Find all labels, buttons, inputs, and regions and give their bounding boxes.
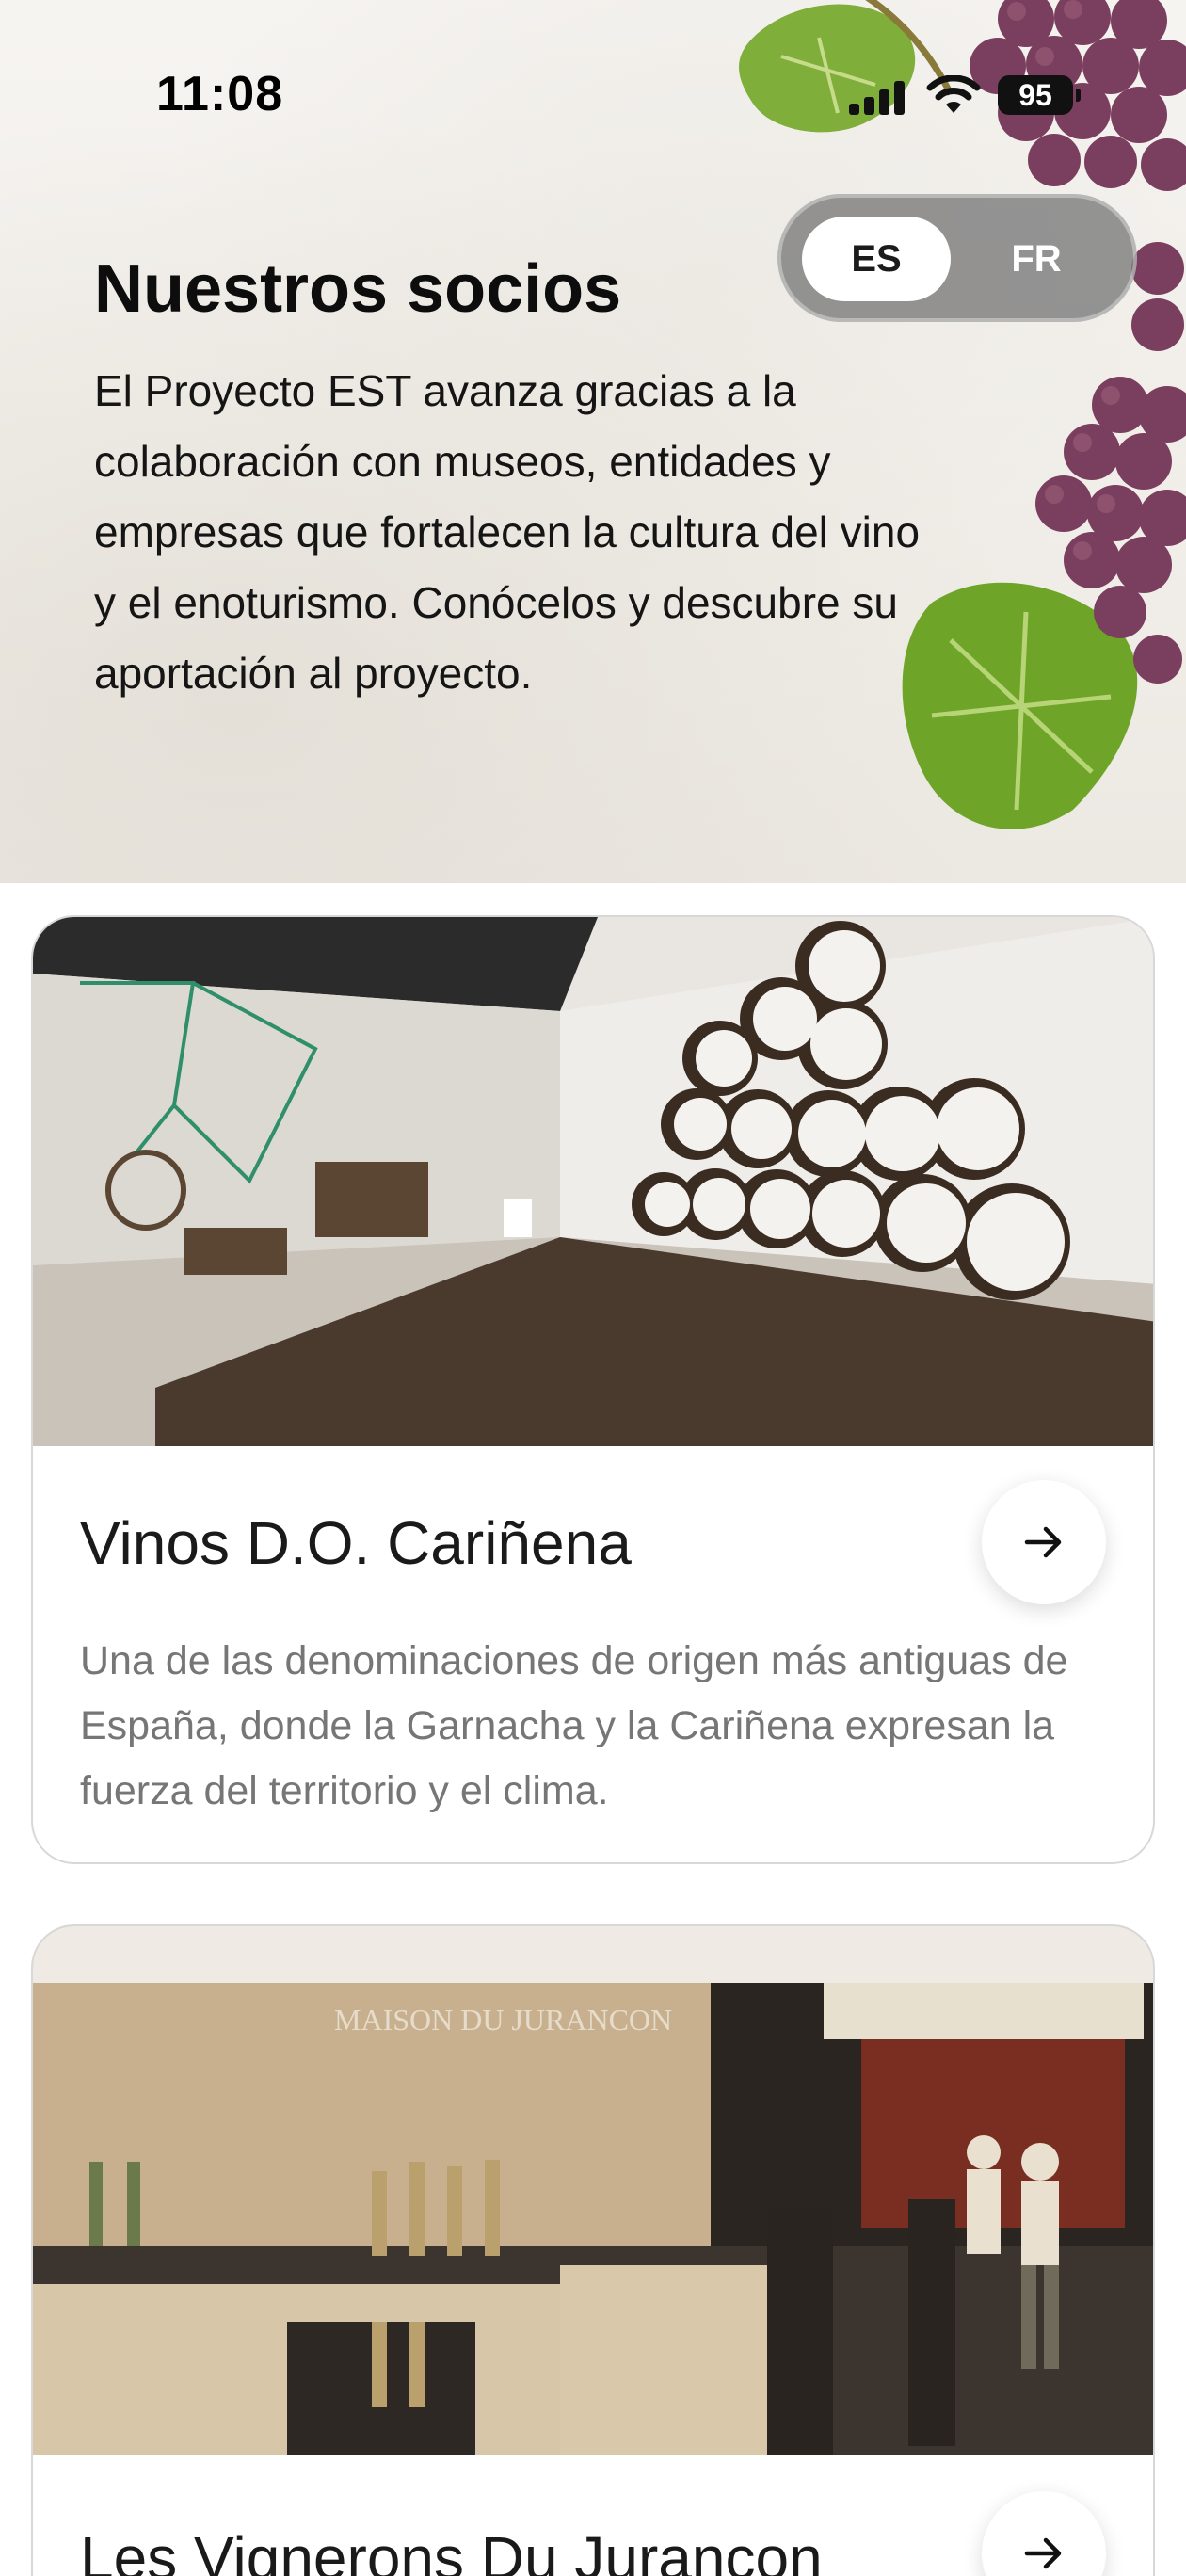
signal-icon (849, 81, 906, 115)
wifi-icon (926, 75, 981, 113)
maison-sign: MAISON DU JURANCON (334, 2003, 672, 2037)
status-time: 11:08 (156, 67, 284, 121)
header-hero: 11:08 95 ES FR Nuestros socios El Proyec… (0, 0, 1186, 883)
battery-icon: 95 (998, 75, 1081, 115)
partner-title: Vinos D.O. Cariñena (80, 1509, 632, 1577)
page-intro: El Proyecto EST avanza gracias a la cola… (94, 366, 921, 698)
arrow-right-icon (1024, 2537, 1062, 2569)
partner-description: Una de las denominaciones de origen más … (80, 1638, 1068, 1813)
status-bar: 11:08 95 (0, 0, 1186, 188)
partner-open-button[interactable] (982, 1480, 1106, 1604)
partner-open-button[interactable] (982, 2491, 1106, 2576)
partner-card[interactable]: Vinos D.O. Cariñena Una de las denominac… (31, 915, 1155, 1864)
language-toggle[interactable]: ES FR (777, 194, 1137, 322)
page-title: Nuestros socios (94, 251, 622, 327)
partner-title: Les Vignerons Du Jurancon (80, 2524, 823, 2576)
arrow-right-icon (1024, 1526, 1062, 1558)
language-option-fr[interactable]: FR (962, 217, 1111, 301)
partner-image: MAISON DU JURANCON (33, 1926, 1153, 2455)
partner-card[interactable]: MAISON DU JURANCON Les Vignerons Du Jura… (31, 1924, 1155, 2576)
language-option-es[interactable]: ES (802, 217, 951, 301)
partner-image (33, 917, 1153, 1446)
